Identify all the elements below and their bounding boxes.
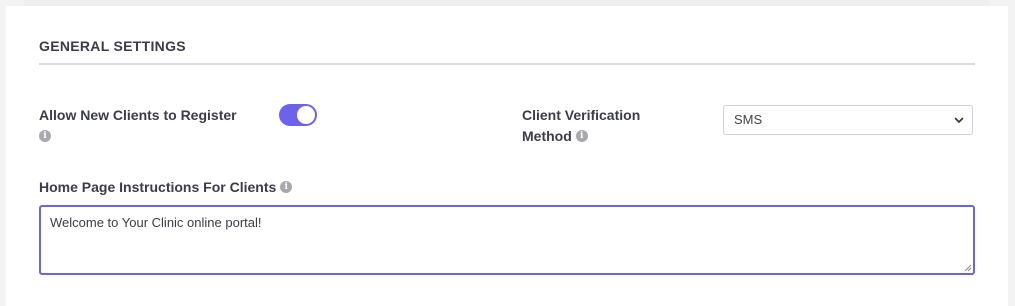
verification-label-line2: Method: [522, 128, 572, 144]
instructions-textarea[interactable]: Welcome to Your Clinic online portal!: [39, 205, 975, 275]
allow-register-label-group: Allow New Clients to Register i: [39, 105, 237, 147]
instructions-label: Home Page Instructions For Clients: [39, 179, 277, 195]
instructions-text: Welcome to Your Clinic online portal!: [50, 215, 262, 230]
instructions-label-group: Home Page Instructions For Clients i: [39, 177, 293, 198]
verification-method-value: SMS: [734, 112, 763, 127]
allow-register-toggle[interactable]: [279, 104, 317, 126]
allow-register-label: Allow New Clients to Register: [39, 107, 237, 123]
info-icon[interactable]: i: [280, 181, 293, 194]
info-icon[interactable]: i: [575, 130, 588, 143]
verification-method-select[interactable]: SMS: [723, 105, 973, 135]
resize-grip-icon[interactable]: [964, 264, 972, 272]
toggle-knob: [297, 106, 315, 124]
general-settings-panel: GENERAL SETTINGS Allow New Clients to Re…: [6, 6, 1008, 306]
section-title: GENERAL SETTINGS: [39, 38, 186, 54]
section-divider: [39, 63, 975, 65]
verification-label-line1: Client Verification: [522, 107, 641, 123]
chevron-down-icon: [954, 117, 964, 123]
verification-label-group: Client Verification Method i: [522, 105, 640, 147]
info-icon[interactable]: i: [39, 130, 51, 143]
